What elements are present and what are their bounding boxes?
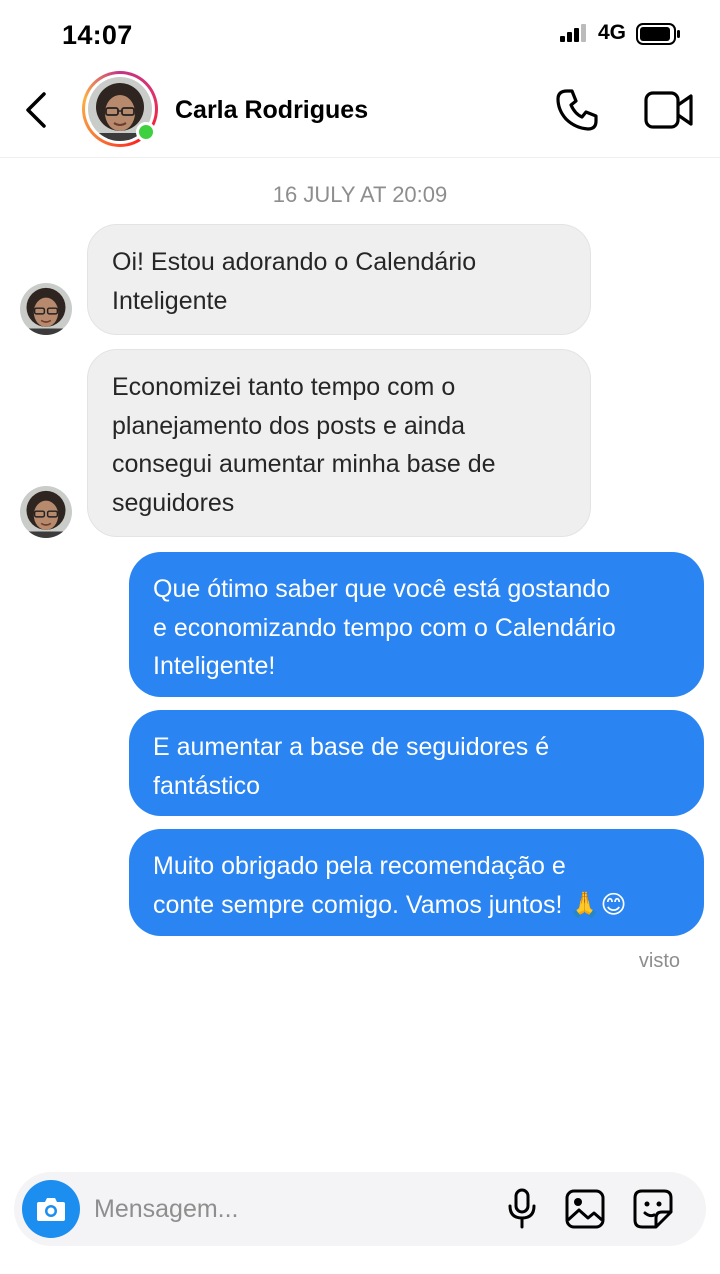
camera-button[interactable] [22,1180,80,1238]
network-label: 4G [598,21,627,44]
online-status-dot [136,122,156,142]
status-time: 14:07 [62,20,133,50]
sender-avatar [20,486,72,538]
phone-icon[interactable] [553,86,601,134]
back-icon[interactable] [20,86,54,134]
outgoing-message[interactable]: Que ótimo saber que você está gostando e… [129,552,704,697]
video-camera-icon[interactable] [644,90,694,130]
outgoing-message[interactable]: E aumentar a base de seguidores é fantás… [129,710,704,816]
image-icon[interactable] [564,1188,606,1230]
chat-header: Carla Rodrigues [0,66,720,158]
microphone-icon[interactable] [504,1188,540,1230]
signal-icon [560,24,586,42]
incoming-message[interactable]: Oi! Estou adorando o Calendário Intelige… [87,224,591,335]
message-input[interactable] [94,1192,474,1226]
sender-avatar [20,283,72,335]
status-bar: 14:07 4G [0,0,720,66]
camera-icon [37,1198,65,1221]
battery-icon [636,23,680,45]
conversation-timestamp: 16 JULY AT 20:09 [272,182,448,207]
message-composer [14,1172,706,1246]
incoming-message[interactable]: Economizei tanto tempo com o planejament… [87,349,591,537]
contact-name[interactable]: Carla Rodrigues [175,96,368,125]
seen-receipt: visto [638,950,680,972]
sticker-icon[interactable] [632,1188,674,1230]
chat-screen: 14:07 4G Carla Rodrigues 16 JULY AT 20:0… [0,0,720,1274]
outgoing-message[interactable]: Muito obrigado pela recomendação e conte… [129,829,704,936]
